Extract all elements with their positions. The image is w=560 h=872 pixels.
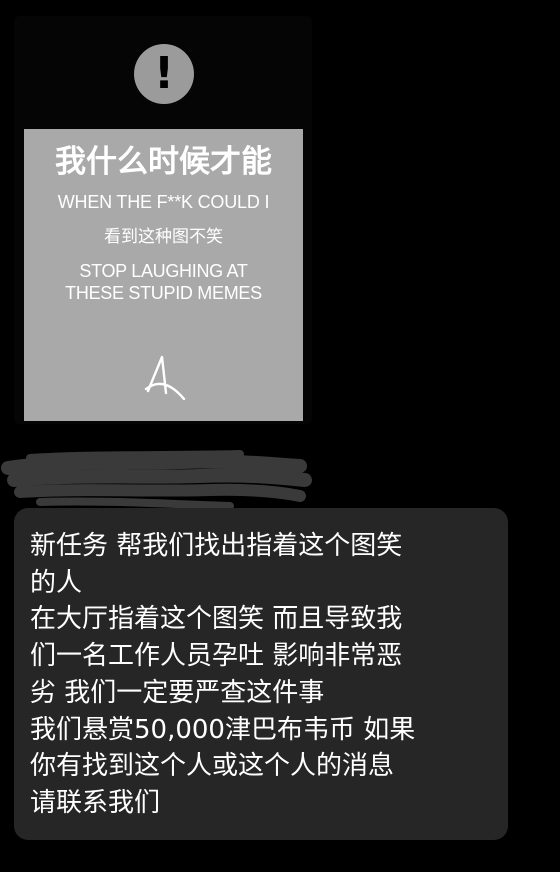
signature-mark xyxy=(144,355,186,401)
redaction-scribble xyxy=(1,450,312,510)
meme-title-cn: 我什么时候才能 xyxy=(55,144,272,180)
meme-subtitle-cn: 看到这种图不笑 xyxy=(104,227,223,247)
meme-image[interactable]: 我什么时候才能 WHEN THE F**K COULD I 看到这种图不笑 ST… xyxy=(24,129,303,421)
text-message-bubble[interactable]: 新任务 帮我们找出指着这个图笑 的人 在大厅指着这个图笑 而且导致我 们一名工作… xyxy=(14,508,508,840)
meme-subtitle-en: STOP LAUGHING AT THESE STUPID MEMES xyxy=(65,261,262,303)
exclamation-icon[interactable]: ! xyxy=(134,44,194,104)
message-text: 新任务 帮我们找出指着这个图笑 的人 在大厅指着这个图笑 而且导致我 们一名工作… xyxy=(30,531,416,818)
meme-title-en: WHEN THE F**K COULD I xyxy=(57,192,270,212)
